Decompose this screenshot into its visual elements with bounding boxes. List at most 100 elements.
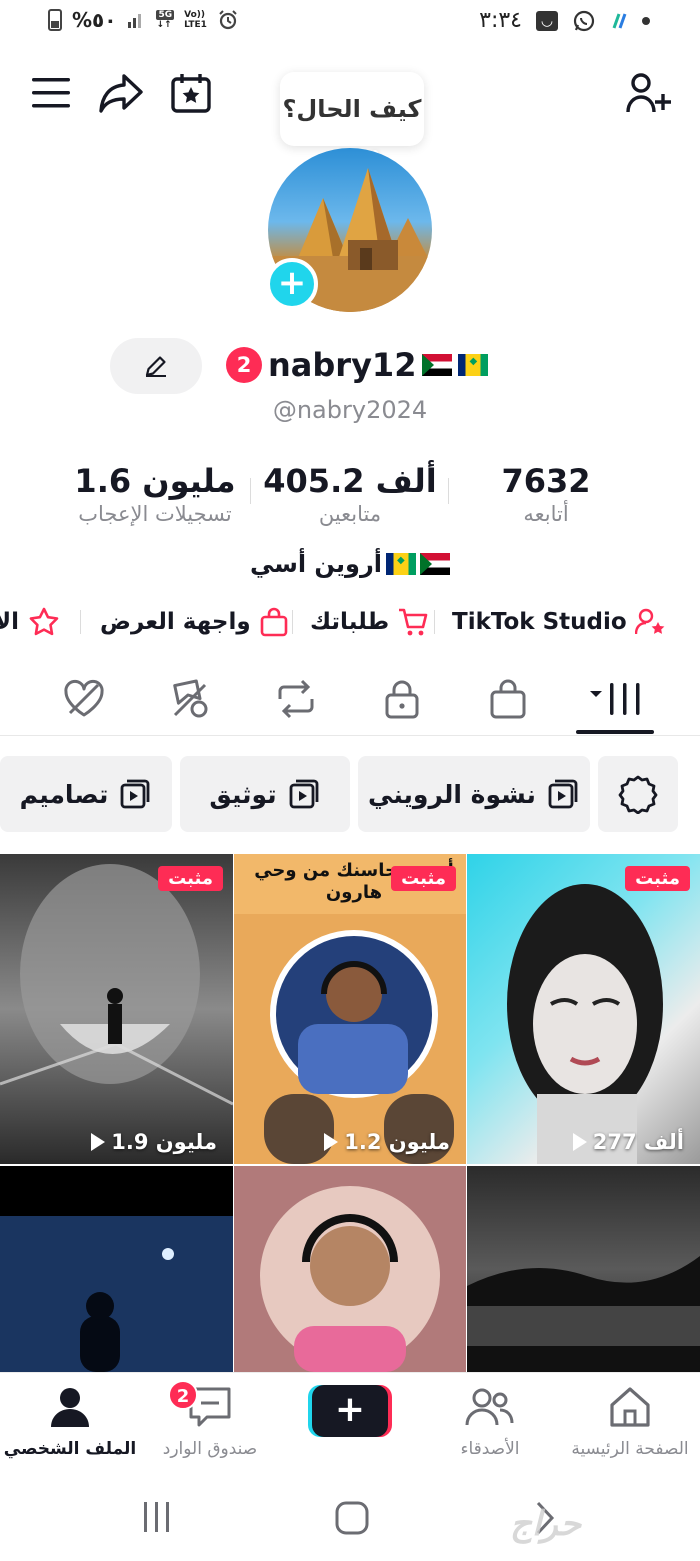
- bag-icon: [260, 607, 287, 637]
- saint-vincent-flag-icon: [386, 553, 417, 575]
- app-notification-icon: ◡: [536, 10, 558, 31]
- saint-vincent-flag-icon: [458, 354, 489, 376]
- menu-icon[interactable]: [32, 76, 72, 110]
- alarm-icon: [219, 10, 237, 30]
- add-story-button[interactable]: +: [266, 258, 318, 310]
- calendar-star-icon[interactable]: [170, 72, 212, 114]
- system-nav-bar: [0, 1472, 700, 1561]
- tab-reposts[interactable]: [266, 674, 326, 724]
- link-label: الا: [0, 609, 20, 635]
- friends-icon: [465, 1388, 514, 1426]
- video-thumbnail[interactable]: [0, 1166, 233, 1372]
- home-button-icon[interactable]: [334, 1500, 370, 1536]
- stat-followers[interactable]: 405.2 ألف متابعين: [260, 462, 440, 526]
- tab-videos[interactable]: [586, 674, 646, 724]
- video-thumbnail[interactable]: أنس محاسنك من وحي هارون مثبت 1.2 مليون: [234, 854, 466, 1164]
- video-thumbnail[interactable]: [467, 1166, 700, 1372]
- inbox-badge: 2: [168, 1380, 198, 1410]
- video-thumbnail[interactable]: مثبت 1.9 مليون: [0, 854, 233, 1164]
- video-thumbnail[interactable]: مثبت 277 ألف: [467, 854, 700, 1164]
- playlist-label: نشوة الرويني: [368, 779, 536, 809]
- likes-count: 1.6 مليون: [74, 462, 236, 500]
- playlist-label: توثيق: [209, 779, 277, 809]
- display-name: nabry12: [268, 346, 417, 384]
- tab-favorites[interactable]: [160, 674, 220, 724]
- name-row: 2 nabry12: [226, 346, 489, 384]
- lte-label: LTE1: [184, 20, 207, 30]
- add-story-plus: +: [277, 263, 307, 303]
- tab-shop[interactable]: [478, 674, 538, 724]
- percent-symbol: %: [72, 8, 93, 32]
- link-label: طلباتك: [310, 609, 390, 635]
- notification-badge[interactable]: 2: [226, 347, 262, 383]
- signal-icon: [128, 14, 142, 28]
- link-orders[interactable]: طلباتك: [310, 600, 429, 644]
- bio: أروين أسي: [0, 550, 700, 578]
- watermark-logo: حراج: [510, 1504, 582, 1544]
- playlist-icon: [548, 779, 578, 809]
- view-count-text: 277 ألف: [592, 1130, 684, 1154]
- nav-profile[interactable]: الملف الشخصي: [0, 1385, 140, 1459]
- status-tooltip[interactable]: كيف الحال؟: [280, 72, 424, 146]
- nav-home[interactable]: الصفحة الرئيسية: [560, 1385, 700, 1459]
- studio-icon: [634, 608, 665, 635]
- play-icon: [91, 1133, 106, 1151]
- network-arrows-icon: ↓↑: [156, 20, 172, 30]
- active-tab-indicator: [576, 730, 654, 734]
- followers-label: متابعين: [318, 502, 382, 526]
- volte-label: Vo)): [184, 10, 206, 20]
- playlist-chip-1[interactable]: نشوة الرويني: [358, 756, 590, 832]
- video-old-man-image: [0, 864, 233, 1106]
- network-badge: 5G ↓↑: [156, 10, 175, 30]
- pencil-icon: [145, 356, 166, 377]
- playlist-chip-3[interactable]: تصاميم: [0, 756, 172, 832]
- tooltip-text: كيف الحال؟: [282, 95, 422, 123]
- video-grid: مثبت 277 ألف أنس محاسنك من وحي هارون مثب…: [0, 854, 700, 1372]
- nav-friends[interactable]: الأصدقاء: [420, 1385, 560, 1459]
- liked-icon: [64, 679, 104, 717]
- stat-likes[interactable]: 1.6 مليون تسجيلات الإعجاب: [60, 462, 250, 526]
- stat-following[interactable]: 7632 أتابعه: [486, 462, 606, 526]
- nav-label: الصفحة الرئيسية: [571, 1439, 689, 1459]
- nav-label: صندوق الوارد: [162, 1439, 258, 1459]
- share-icon[interactable]: [98, 72, 144, 114]
- following-label: أتابعه: [523, 502, 569, 526]
- view-count-text: 1.2 مليون: [344, 1130, 450, 1154]
- status-time: ٣:٣٤: [479, 8, 522, 33]
- pinned-badge: مثبت: [625, 866, 690, 891]
- videos-grid-icon: [590, 683, 640, 715]
- status-right: ٣:٣٤ ◡: [479, 8, 650, 33]
- play-icon: [324, 1133, 339, 1151]
- lock-icon: [385, 680, 419, 719]
- video-thumbnail[interactable]: [234, 1166, 466, 1372]
- playlist-icon: [120, 779, 150, 809]
- view-count-text: 1.9 مليون: [111, 1130, 217, 1154]
- profile-links-row: TikTok Studio طلباتك واجهة العرض الا: [0, 600, 700, 644]
- edit-profile-button[interactable]: [110, 338, 202, 394]
- whatsapp-icon: [573, 10, 595, 31]
- link-tiktok-studio[interactable]: TikTok Studio: [452, 600, 667, 644]
- status-bar: %٥٠ 5G ↓↑ Vo)) LTE1 ٣:٣٤ ◡: [0, 0, 700, 44]
- home-icon: [610, 1387, 650, 1427]
- pinned-badge: مثبت: [158, 866, 223, 891]
- link-more[interactable]: الا: [0, 600, 61, 644]
- playlist-settings-chip[interactable]: [598, 756, 678, 832]
- stat-divider: [448, 478, 449, 504]
- volte-badge: Vo)) LTE1: [184, 10, 207, 30]
- pinned-badge: مثبت: [391, 866, 456, 891]
- video-portrait-image: [507, 884, 663, 1164]
- playlist-chip-2[interactable]: توثيق: [180, 756, 350, 832]
- tab-liked[interactable]: [54, 674, 114, 724]
- battery-icon: [48, 9, 62, 31]
- nav-inbox[interactable]: صندوق الوارد: [140, 1385, 280, 1459]
- star-badge-icon: [29, 607, 59, 636]
- recent-apps-icon[interactable]: [140, 1500, 174, 1534]
- following-count: 7632: [501, 462, 591, 500]
- link-showcase[interactable]: واجهة العرض: [100, 600, 289, 644]
- link-label: واجهة العرض: [100, 609, 251, 635]
- add-user-icon[interactable]: [626, 72, 672, 114]
- tab-private[interactable]: [372, 674, 432, 724]
- create-button[interactable]: +: [312, 1385, 388, 1437]
- battery-percent: %٥٠: [72, 8, 116, 32]
- status-left: %٥٠ 5G ↓↑ Vo)) LTE1: [48, 8, 239, 32]
